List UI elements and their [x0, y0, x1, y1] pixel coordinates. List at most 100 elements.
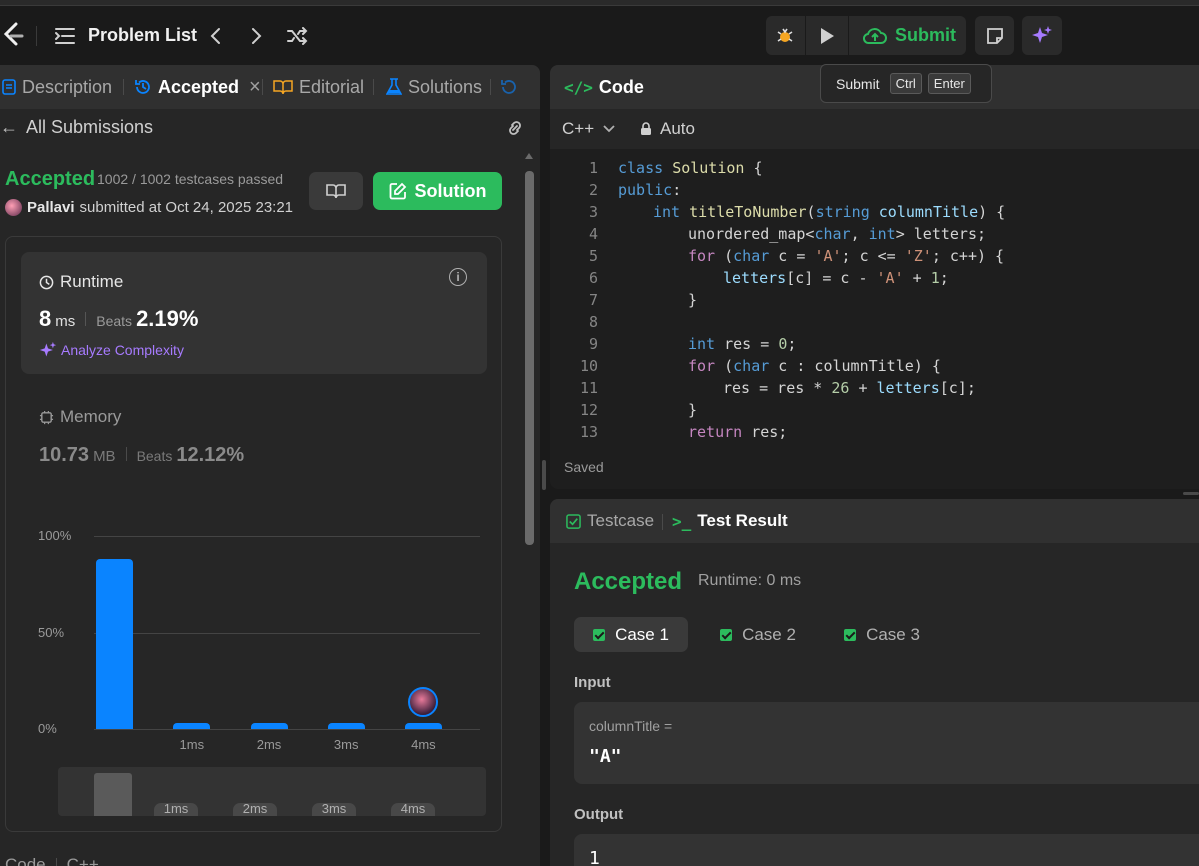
close-icon[interactable]: ×	[249, 76, 261, 99]
code-line[interactable]: 8	[550, 311, 1170, 333]
code-token: res =	[715, 335, 779, 353]
chart-bar[interactable]	[327, 723, 365, 729]
input-box[interactable]: columnTitle = "A"	[574, 702, 1199, 784]
code-line[interactable]: 3 int titleToNumber(string columnTitle) {	[550, 201, 1170, 223]
analyze-complexity-label: Analyze Complexity	[61, 342, 184, 358]
chart-y-tick-label: 0%	[38, 721, 57, 736]
kbd-enter: Enter	[927, 73, 971, 94]
chart-x-tick-label: 2ms	[256, 737, 282, 752]
avatar[interactable]	[5, 199, 22, 216]
code-line[interactable]: 5 for (char c = 'A'; c <= 'Z'; c++) {	[550, 245, 1170, 267]
panel-resize-handle[interactable]	[542, 460, 546, 490]
auto-mode-toggle[interactable]: Auto	[640, 119, 695, 139]
tab-testcase[interactable]: Testcase	[566, 499, 654, 543]
accepted-status: Accepted	[5, 168, 96, 190]
tab-test-result[interactable]: >_ Test Result	[672, 499, 788, 543]
scrollbar-thumb[interactable]	[525, 171, 534, 545]
saved-status: Saved	[564, 459, 604, 475]
submit-button[interactable]: Submit	[849, 16, 966, 55]
code-token: > letters;	[895, 225, 987, 243]
tab-test-result-label: Test Result	[697, 511, 788, 530]
chart-bar[interactable]	[173, 723, 211, 729]
code-line[interactable]: 13 return res;	[550, 421, 1170, 440]
language-select[interactable]: C++	[562, 119, 616, 139]
problem-list-link[interactable]: Problem List	[88, 25, 197, 46]
list-menu-icon[interactable]	[52, 24, 78, 48]
code-line[interactable]: 12}	[550, 399, 1170, 421]
code-line[interactable]: 7}	[550, 289, 1170, 311]
code-token: 'Z'	[904, 247, 932, 265]
code-token: for	[688, 247, 716, 265]
divider	[490, 79, 491, 95]
code-token: [c];	[939, 379, 976, 397]
code-line[interactable]: 1 class Solution {	[550, 157, 1170, 179]
chart-range-minimap[interactable]: 1ms 2ms 3ms 4ms	[58, 767, 486, 816]
scrollbar-track[interactable]	[522, 153, 536, 866]
memory-beats-label: Beats	[136, 448, 173, 464]
code-token: int	[653, 203, 681, 221]
tab-submissions[interactable]	[500, 65, 518, 109]
check-icon	[720, 628, 733, 641]
solution-button[interactable]: Solution	[373, 172, 502, 210]
ai-sparkle-icon[interactable]	[1022, 16, 1062, 55]
divider	[123, 79, 124, 95]
tab-solutions[interactable]: Solutions	[386, 65, 482, 109]
runtime-value: 8	[39, 306, 52, 331]
scroll-up-arrow[interactable]	[525, 153, 533, 159]
code-token: int	[688, 335, 716, 353]
line-number: 2	[588, 181, 598, 199]
link-icon[interactable]	[504, 119, 528, 139]
tab-code[interactable]: </> Code	[564, 65, 644, 109]
divider	[55, 858, 57, 866]
tab-editorial[interactable]: Editorial	[273, 65, 364, 109]
book-open-icon	[326, 184, 346, 199]
submit-label: Submit	[895, 25, 956, 45]
chevron-left-icon[interactable]	[204, 22, 226, 50]
code-line[interactable]: 9 int res = 0;	[550, 333, 1170, 355]
tab-description[interactable]: Description	[2, 65, 112, 109]
debug-icon[interactable]	[766, 16, 804, 55]
leetcode-logo-icon[interactable]	[0, 20, 26, 50]
tab-accepted[interactable]: Accepted ×	[134, 65, 261, 109]
horizontal-resize-handle[interactable]	[1183, 492, 1199, 495]
chevron-down-icon	[603, 125, 615, 133]
runtime-distribution-chart[interactable]: 100% 50% 0% 1ms 2ms 3ms 4ms	[26, 522, 486, 757]
runtime-label: Runtime	[60, 272, 124, 291]
code-editor[interactable]: 1 class Solution {2 public: 3 int titleToNum…	[550, 157, 1199, 440]
case-2-tab[interactable]: Case 2	[708, 617, 808, 652]
info-icon[interactable]: i	[449, 268, 467, 286]
runtime-card[interactable]: Runtime i 8 ms Beats 2.19% Analyze Compl…	[21, 252, 487, 374]
analyze-complexity-link[interactable]: Analyze Complexity	[39, 341, 184, 359]
code-line[interactable]: 11 res = res * 26 + letters[c];	[550, 377, 1170, 399]
lock-icon	[641, 122, 651, 135]
case-3-tab[interactable]: Case 3	[832, 617, 932, 652]
runtime-unit: ms	[55, 313, 76, 330]
runtime-beats-value: 2.19%	[136, 306, 199, 331]
open-book-button[interactable]	[309, 172, 363, 210]
run-play-icon[interactable]	[806, 16, 848, 55]
kbd-ctrl: Ctrl	[889, 73, 922, 94]
code-line[interactable]: 2 public:	[550, 179, 1170, 201]
submitter-name[interactable]: Pallavi	[27, 199, 75, 216]
code-token: [c] = c -	[786, 269, 877, 287]
back-to-submissions[interactable]: ← All Submissions	[0, 117, 153, 138]
runtime-stat: 8 ms Beats 2.19%	[39, 306, 198, 332]
your-submission-avatar[interactable]	[408, 687, 439, 717]
minimap-selection-handle[interactable]	[94, 773, 132, 816]
chart-bar[interactable]	[250, 723, 288, 729]
stats-container: Runtime i 8 ms Beats 2.19% Analyze Compl…	[5, 236, 502, 832]
code-line[interactable]: 4 unordered_map<char, int> letters;	[550, 223, 1170, 245]
code-token: int	[868, 225, 896, 243]
code-line[interactable]: 6 letters[c] = c - 'A' + 1;	[550, 267, 1170, 289]
chart-bar[interactable]	[404, 723, 442, 729]
case-1-tab[interactable]: Case 1	[574, 617, 688, 652]
code-token: (	[715, 357, 734, 375]
chevron-right-icon[interactable]	[246, 22, 268, 50]
output-box[interactable]: 1	[574, 834, 1199, 866]
chart-bar[interactable]	[96, 559, 134, 729]
memory-title[interactable]: Memory	[39, 407, 121, 427]
code-label: Code	[5, 855, 46, 866]
code-line[interactable]: 10 for (char c : columnTitle) {	[550, 355, 1170, 377]
note-icon[interactable]	[975, 16, 1014, 55]
shuffle-icon[interactable]	[284, 22, 310, 50]
